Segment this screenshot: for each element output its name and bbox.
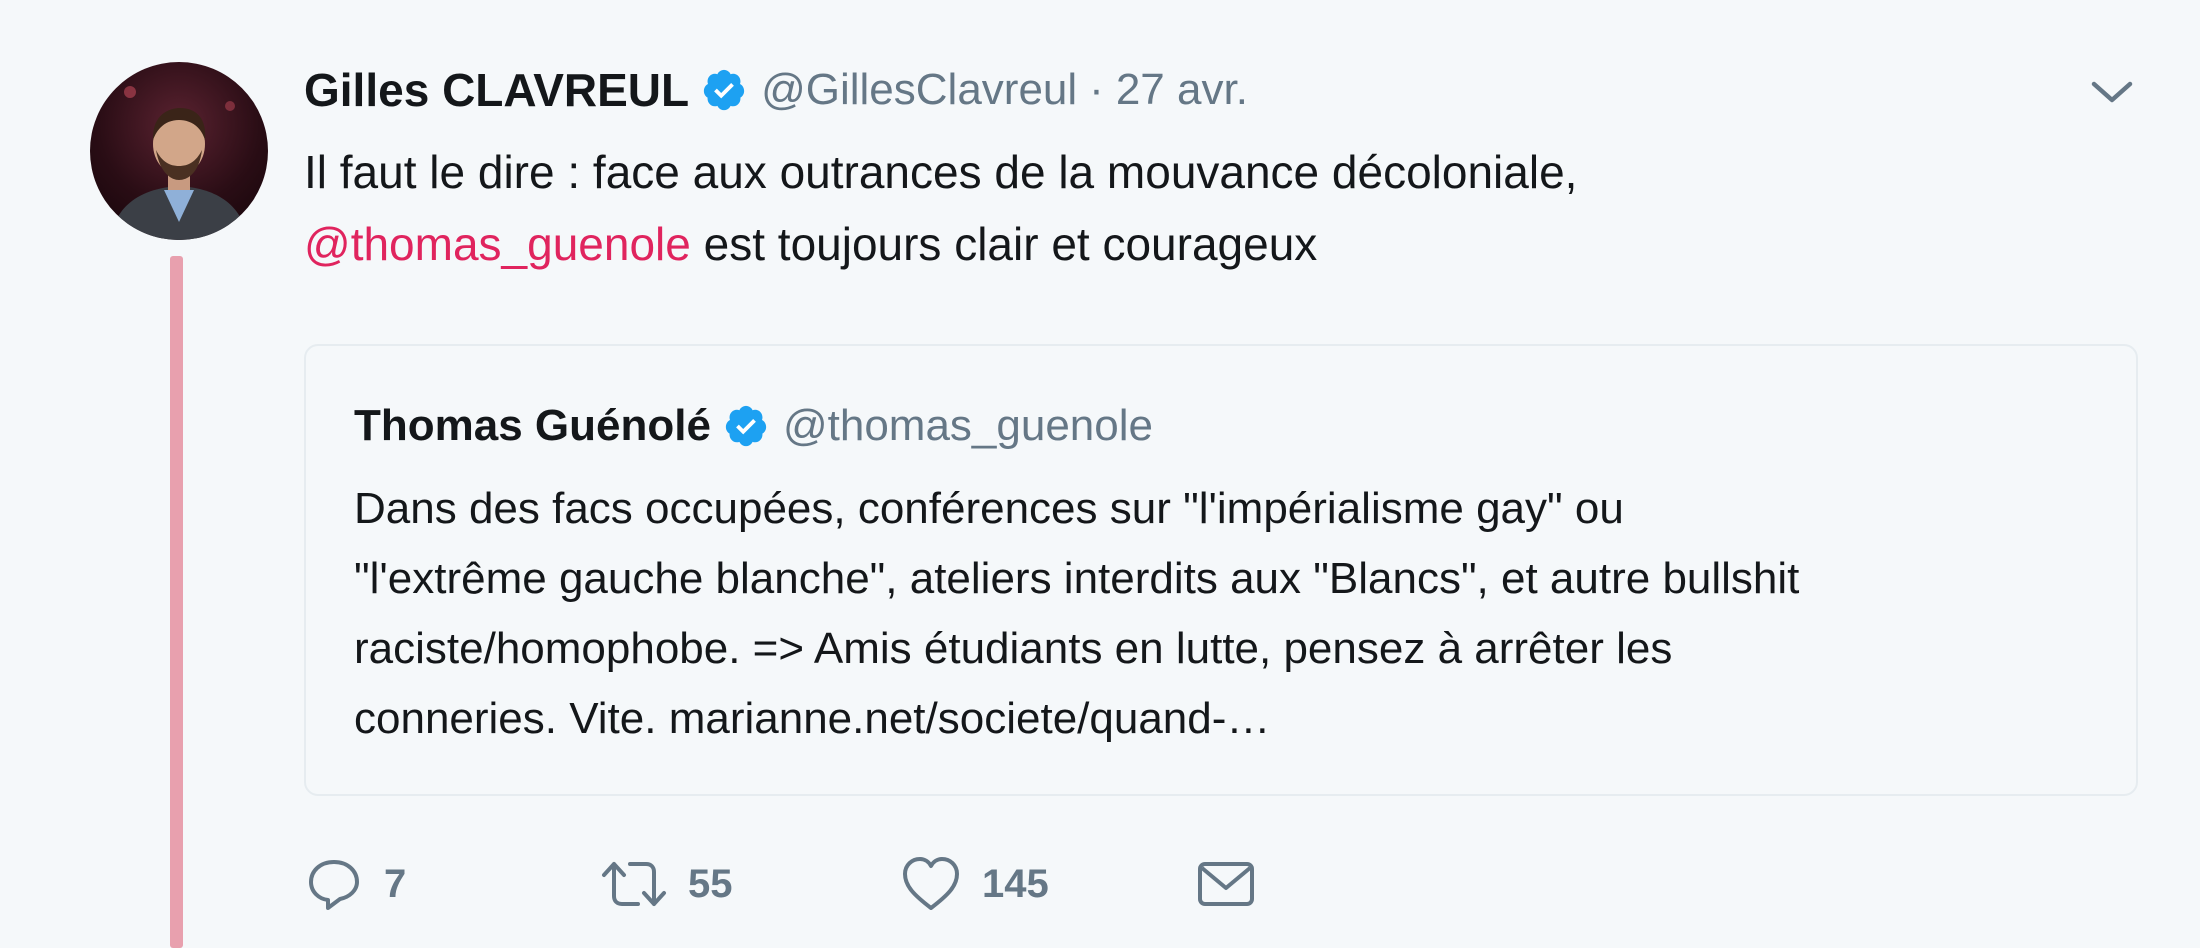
like-count: 145 — [982, 861, 1049, 906]
quoted-author-handle: @thomas_guenole — [782, 401, 1153, 450]
tweet-text-line: Il faut le dire : face aux outrances de … — [304, 146, 1578, 198]
mention-link[interactable]: @thomas_guenole — [304, 218, 691, 270]
verified-badge-icon — [723, 403, 769, 449]
quoted-text-line: "l'extrême gauche blanche", ateliers int… — [354, 554, 1800, 603]
quoted-text-line: raciste/homophobe. => Amis étudiants en … — [354, 624, 1673, 673]
tweet-text-line: @thomas_guenole est toujours clair et co… — [304, 208, 2104, 280]
reply-icon — [309, 860, 359, 910]
heart-icon — [903, 857, 959, 910]
quoted-tweet[interactable]: Thomas Guénolé @thomas_guenole Dans des … — [304, 344, 2138, 796]
direct-message-button[interactable] — [1196, 858, 1256, 910]
like-button[interactable]: 145 — [900, 854, 1196, 914]
header-separator: · — [1089, 65, 1104, 114]
reply-count: 7 — [384, 861, 407, 906]
quoted-text-line: conneries. Vite. marianne.net/societe/qu… — [354, 694, 1271, 743]
retweet-count: 55 — [688, 861, 733, 906]
author-handle[interactable]: @GillesClavreul — [761, 65, 1077, 115]
retweet-button[interactable]: 55 — [600, 854, 900, 914]
chevron-down-icon[interactable] — [2088, 72, 2136, 112]
quoted-tweet-header: Thomas Guénolé @thomas_guenole — [354, 398, 1153, 454]
tweet-text-fragment: est toujours clair et courageux — [690, 218, 1318, 270]
tweet-header: Gilles CLAVREUL @GillesClavreul · 27 avr… — [304, 58, 1248, 122]
envelope-icon — [1198, 862, 1254, 906]
avatar-photo — [110, 86, 248, 240]
tweet-text: Il faut le dire : face aux outrances de … — [304, 136, 2104, 280]
author-name[interactable]: Gilles CLAVREUL — [304, 63, 689, 117]
quoted-text-line: Dans des facs occupées, conférences sur … — [354, 484, 1624, 533]
quoted-author-name: Thomas Guénolé — [354, 401, 711, 450]
thread-line — [170, 256, 183, 948]
retweet-icon — [602, 862, 666, 906]
tweet-actions: 7 55 145 — [304, 852, 1256, 916]
verified-badge-icon — [701, 67, 747, 113]
quoted-tweet-text: Dans des facs occupées, conférences sur … — [354, 474, 2074, 754]
tweet-date[interactable]: 27 avr. — [1116, 65, 1248, 115]
avatar[interactable] — [90, 62, 268, 240]
reply-button[interactable]: 7 — [304, 854, 600, 914]
tweet[interactable]: Gilles CLAVREUL @GillesClavreul · 27 avr… — [0, 0, 2200, 948]
